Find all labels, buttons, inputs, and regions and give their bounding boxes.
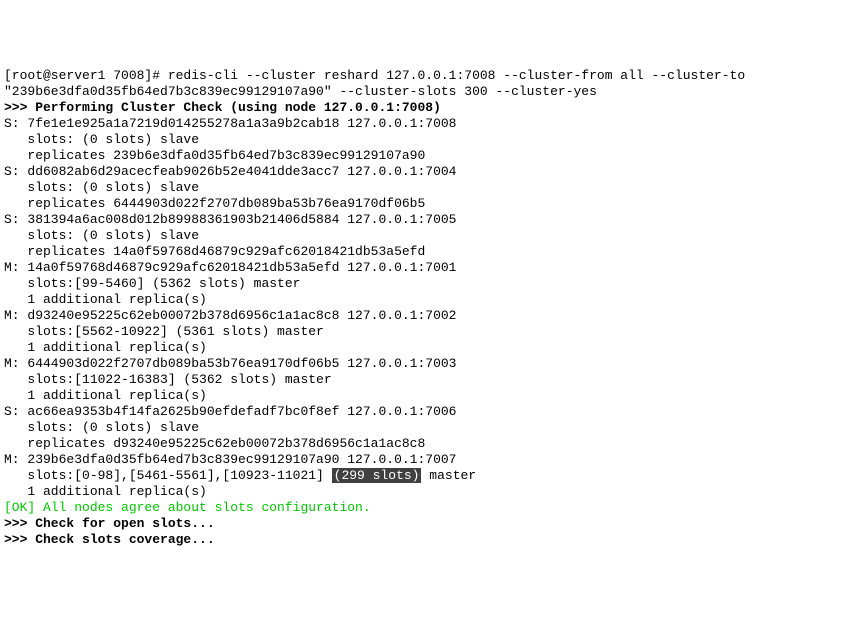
terminal-line: >>> Performing Cluster Check (using node… (4, 100, 852, 116)
terminal-line: >>> Check for open slots... (4, 516, 852, 532)
terminal-line: replicates 6444903d022f2707db089ba53b76e… (4, 196, 852, 212)
terminal-line: slots: (0 slots) slave (4, 180, 852, 196)
terminal-line: slots: (0 slots) slave (4, 420, 852, 436)
terminal-line: replicates d93240e95225c62eb00072b378d69… (4, 436, 852, 452)
terminal-line: slots: (0 slots) slave (4, 132, 852, 148)
terminal-line: S: 7fe1e1e925a1a7219d014255278a1a3a9b2ca… (4, 116, 852, 132)
terminal-line: 1 additional replica(s) (4, 292, 852, 308)
terminal-line: slots: (0 slots) slave (4, 228, 852, 244)
terminal-line: 1 additional replica(s) (4, 484, 852, 500)
terminal-line: slots:[99-5460] (5362 slots) master (4, 276, 852, 292)
terminal-line: >>> Check slots coverage... (4, 532, 852, 548)
terminal-line: M: 14a0f59768d46879c929afc62018421db53a5… (4, 260, 852, 276)
terminal-line: 1 additional replica(s) (4, 340, 852, 356)
terminal-line: S: ac66ea9353b4f14fa2625b90efdefadf7bc0f… (4, 404, 852, 420)
terminal-line: replicates 239b6e3dfa0d35fb64ed7b3c839ec… (4, 148, 852, 164)
terminal-line: M: 239b6e3dfa0d35fb64ed7b3c839ec99129107… (4, 452, 852, 468)
terminal-output: [root@server1 7008]# redis-cli --cluster… (4, 68, 852, 548)
terminal-line: M: 6444903d022f2707db089ba53b76ea9170df0… (4, 356, 852, 372)
terminal-line: slots:[11022-16383] (5362 slots) master (4, 372, 852, 388)
terminal-line: 1 additional replica(s) (4, 388, 852, 404)
terminal-line: S: dd6082ab6d29acecfeab9026b52e4041dde3a… (4, 164, 852, 180)
terminal-line: [root@server1 7008]# redis-cli --cluster… (4, 68, 852, 84)
terminal-line: S: 381394a6ac008d012b89988361903b21406d5… (4, 212, 852, 228)
terminal-line: M: d93240e95225c62eb00072b378d6956c1a1ac… (4, 308, 852, 324)
terminal-line: replicates 14a0f59768d46879c929afc620184… (4, 244, 852, 260)
terminal-line: "239b6e3dfa0d35fb64ed7b3c839ec99129107a9… (4, 84, 852, 100)
terminal-line: slots:[5562-10922] (5361 slots) master (4, 324, 852, 340)
terminal-line: slots:[0-98],[5461-5561],[10923-11021] (… (4, 468, 852, 484)
terminal-line: [OK] All nodes agree about slots configu… (4, 500, 852, 516)
